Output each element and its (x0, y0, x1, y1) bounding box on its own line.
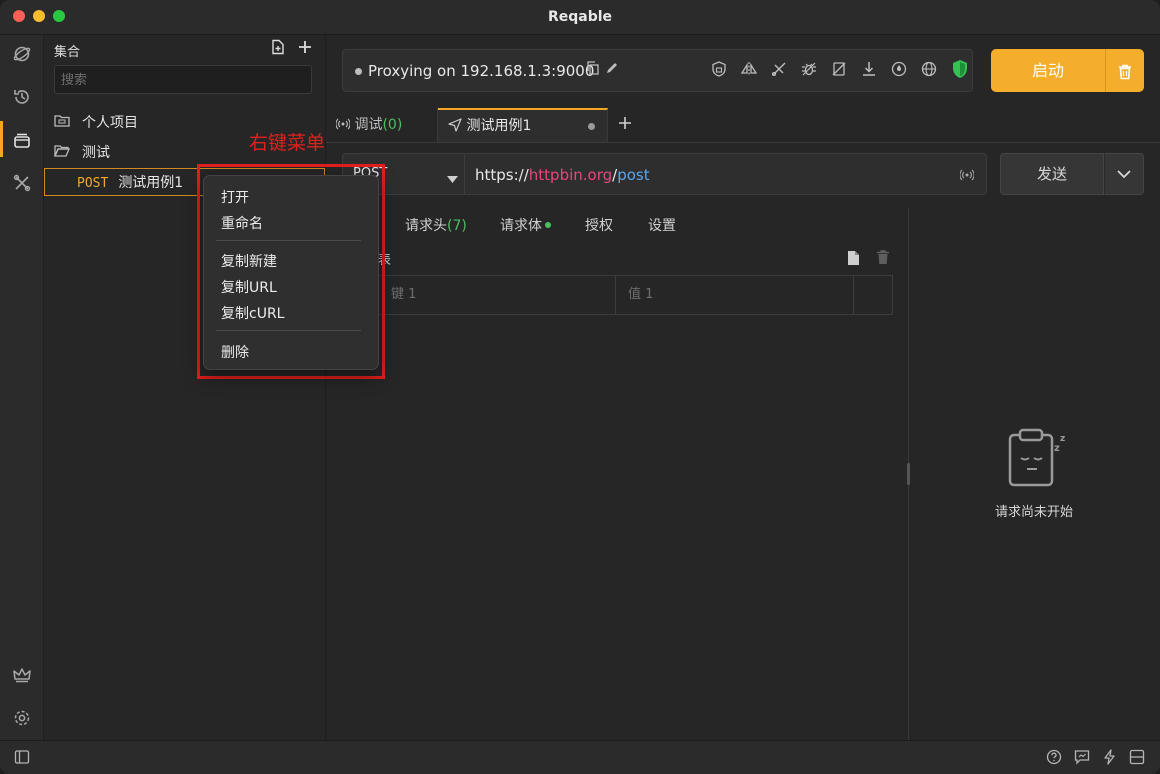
url-text: https://httpbin.org/post (475, 166, 650, 184)
file-icon[interactable] (847, 250, 860, 270)
feedback-icon[interactable] (1074, 749, 1090, 769)
new-tab-button[interactable] (612, 108, 642, 142)
tree-item-label: 测试 (82, 145, 110, 161)
menu-item-rename[interactable]: 重命名 (221, 213, 263, 233)
trash-icon[interactable] (877, 250, 889, 269)
clear-button[interactable] (1106, 49, 1144, 92)
main-area: Proxying on 192.168.1.3:9000 启动 调试(0) 测试… (326, 35, 1160, 740)
menu-item-delete[interactable]: 删除 (221, 342, 249, 362)
tab-testcase[interactable]: 测试用例1 (438, 108, 608, 142)
nav-rail (0, 35, 44, 740)
title-bar: Reqable (0, 0, 1160, 35)
no-rewrite-icon[interactable] (771, 61, 787, 81)
broadcast-icon[interactable] (959, 168, 975, 186)
trash-icon (1118, 61, 1132, 80)
folder-icon (54, 113, 72, 135)
lightning-icon[interactable] (1103, 749, 1117, 769)
method-badge: POST (77, 176, 109, 191)
tools-icon[interactable] (11, 172, 33, 194)
start-button[interactable]: 启动 (991, 49, 1105, 92)
app-window: Reqable 集合 搜索 个人项目 测试 POST 测试用例1 Proxyin… (0, 0, 1160, 774)
menu-item-copy-curl[interactable]: 复制cURL (221, 303, 284, 323)
annotation-label: 右键菜单 (249, 132, 326, 154)
svg-text:z: z (1060, 434, 1065, 444)
menu-separator (216, 240, 361, 241)
subtab-auth[interactable]: 授权 (585, 215, 613, 235)
sidebar-toggle-icon[interactable] (14, 749, 30, 769)
new-file-icon[interactable] (270, 39, 286, 60)
folder-open-icon (54, 143, 72, 165)
layout-split-icon[interactable] (1129, 749, 1145, 769)
menu-separator (216, 330, 361, 331)
send-plane-icon (448, 118, 466, 134)
add-icon[interactable] (297, 39, 313, 60)
tab-testcase-label: 测试用例1 (466, 118, 532, 134)
collections-search-input[interactable]: 搜索 (54, 65, 312, 94)
menu-item-open[interactable]: 打开 (221, 187, 249, 207)
shield-check-icon[interactable] (951, 59, 969, 83)
copy-icon[interactable] (586, 61, 600, 79)
ssl-lock-icon[interactable] (711, 61, 727, 81)
form-table: 键 1 值 1 (378, 275, 893, 315)
tree-item-label: 测试用例1 (118, 175, 184, 191)
throttle-icon[interactable] (891, 61, 907, 81)
tree-item-label: 个人项目 (82, 115, 138, 131)
dropdown-caret-icon (447, 171, 458, 187)
response-empty-text: 请求尚未开始 (994, 505, 1073, 520)
tab-bar: 调试(0) 测试用例1 (326, 108, 1160, 143)
plus-icon (618, 114, 632, 135)
window-title: Reqable (547, 9, 613, 25)
tab-debug-label: 调试 (354, 117, 383, 133)
resize-handle[interactable] (907, 463, 910, 485)
body-indicator-dot (545, 222, 551, 228)
sleeping-clipboard-icon: z z (1006, 425, 1070, 493)
send-button[interactable]: 发送 (1000, 153, 1104, 195)
status-dot (355, 68, 362, 75)
menu-item-copy-url[interactable]: 复制URL (221, 277, 277, 297)
tree-item-test-folder[interactable]: 测试 (54, 142, 110, 164)
subtab-settings[interactable]: 设置 (648, 215, 676, 235)
broadcast-icon (335, 117, 354, 133)
collections-icon[interactable] (11, 129, 33, 151)
subtab-body[interactable]: 请求体 (500, 215, 551, 235)
value-input[interactable]: 值 1 (616, 276, 854, 314)
rail-active-indicator (0, 121, 3, 157)
edit-icon[interactable] (605, 61, 619, 79)
unsaved-dot (588, 123, 595, 130)
breakpoint-bug-icon[interactable] (801, 61, 817, 81)
network-globe-icon[interactable] (921, 61, 937, 81)
script-off-icon[interactable] (831, 61, 847, 81)
svg-text:z: z (1054, 443, 1060, 454)
subtab-headers[interactable]: 请求头(7) (405, 215, 467, 235)
key-input[interactable]: 键 1 (379, 276, 616, 314)
proxy-status-bar: Proxying on 192.168.1.3:9000 (342, 49, 973, 92)
chevron-down-icon (1117, 166, 1131, 182)
crown-icon[interactable] (11, 664, 33, 686)
mirror-icon[interactable] (740, 61, 758, 81)
tab-debug[interactable]: 调试(0) (326, 108, 438, 142)
proxy-status-text: Proxying on 192.168.1.3:9000 (368, 62, 595, 80)
settings-icon[interactable] (11, 707, 33, 729)
tree-item-personal[interactable]: 个人项目 (54, 112, 138, 134)
send-options-button[interactable] (1104, 153, 1144, 195)
menu-item-duplicate[interactable]: 复制新建 (221, 251, 277, 271)
proxy-icon[interactable] (11, 43, 33, 65)
url-input[interactable]: https://httpbin.org/post (465, 153, 987, 195)
context-menu: 打开 重命名 复制新建 复制URL 复制cURL 删除 (203, 175, 379, 370)
tab-debug-count: (0) (382, 117, 403, 133)
help-icon[interactable] (1046, 749, 1062, 769)
history-icon[interactable] (11, 86, 33, 108)
collections-title: 集合 (54, 45, 81, 60)
status-bar (0, 740, 1160, 774)
download-icon[interactable] (861, 61, 877, 81)
